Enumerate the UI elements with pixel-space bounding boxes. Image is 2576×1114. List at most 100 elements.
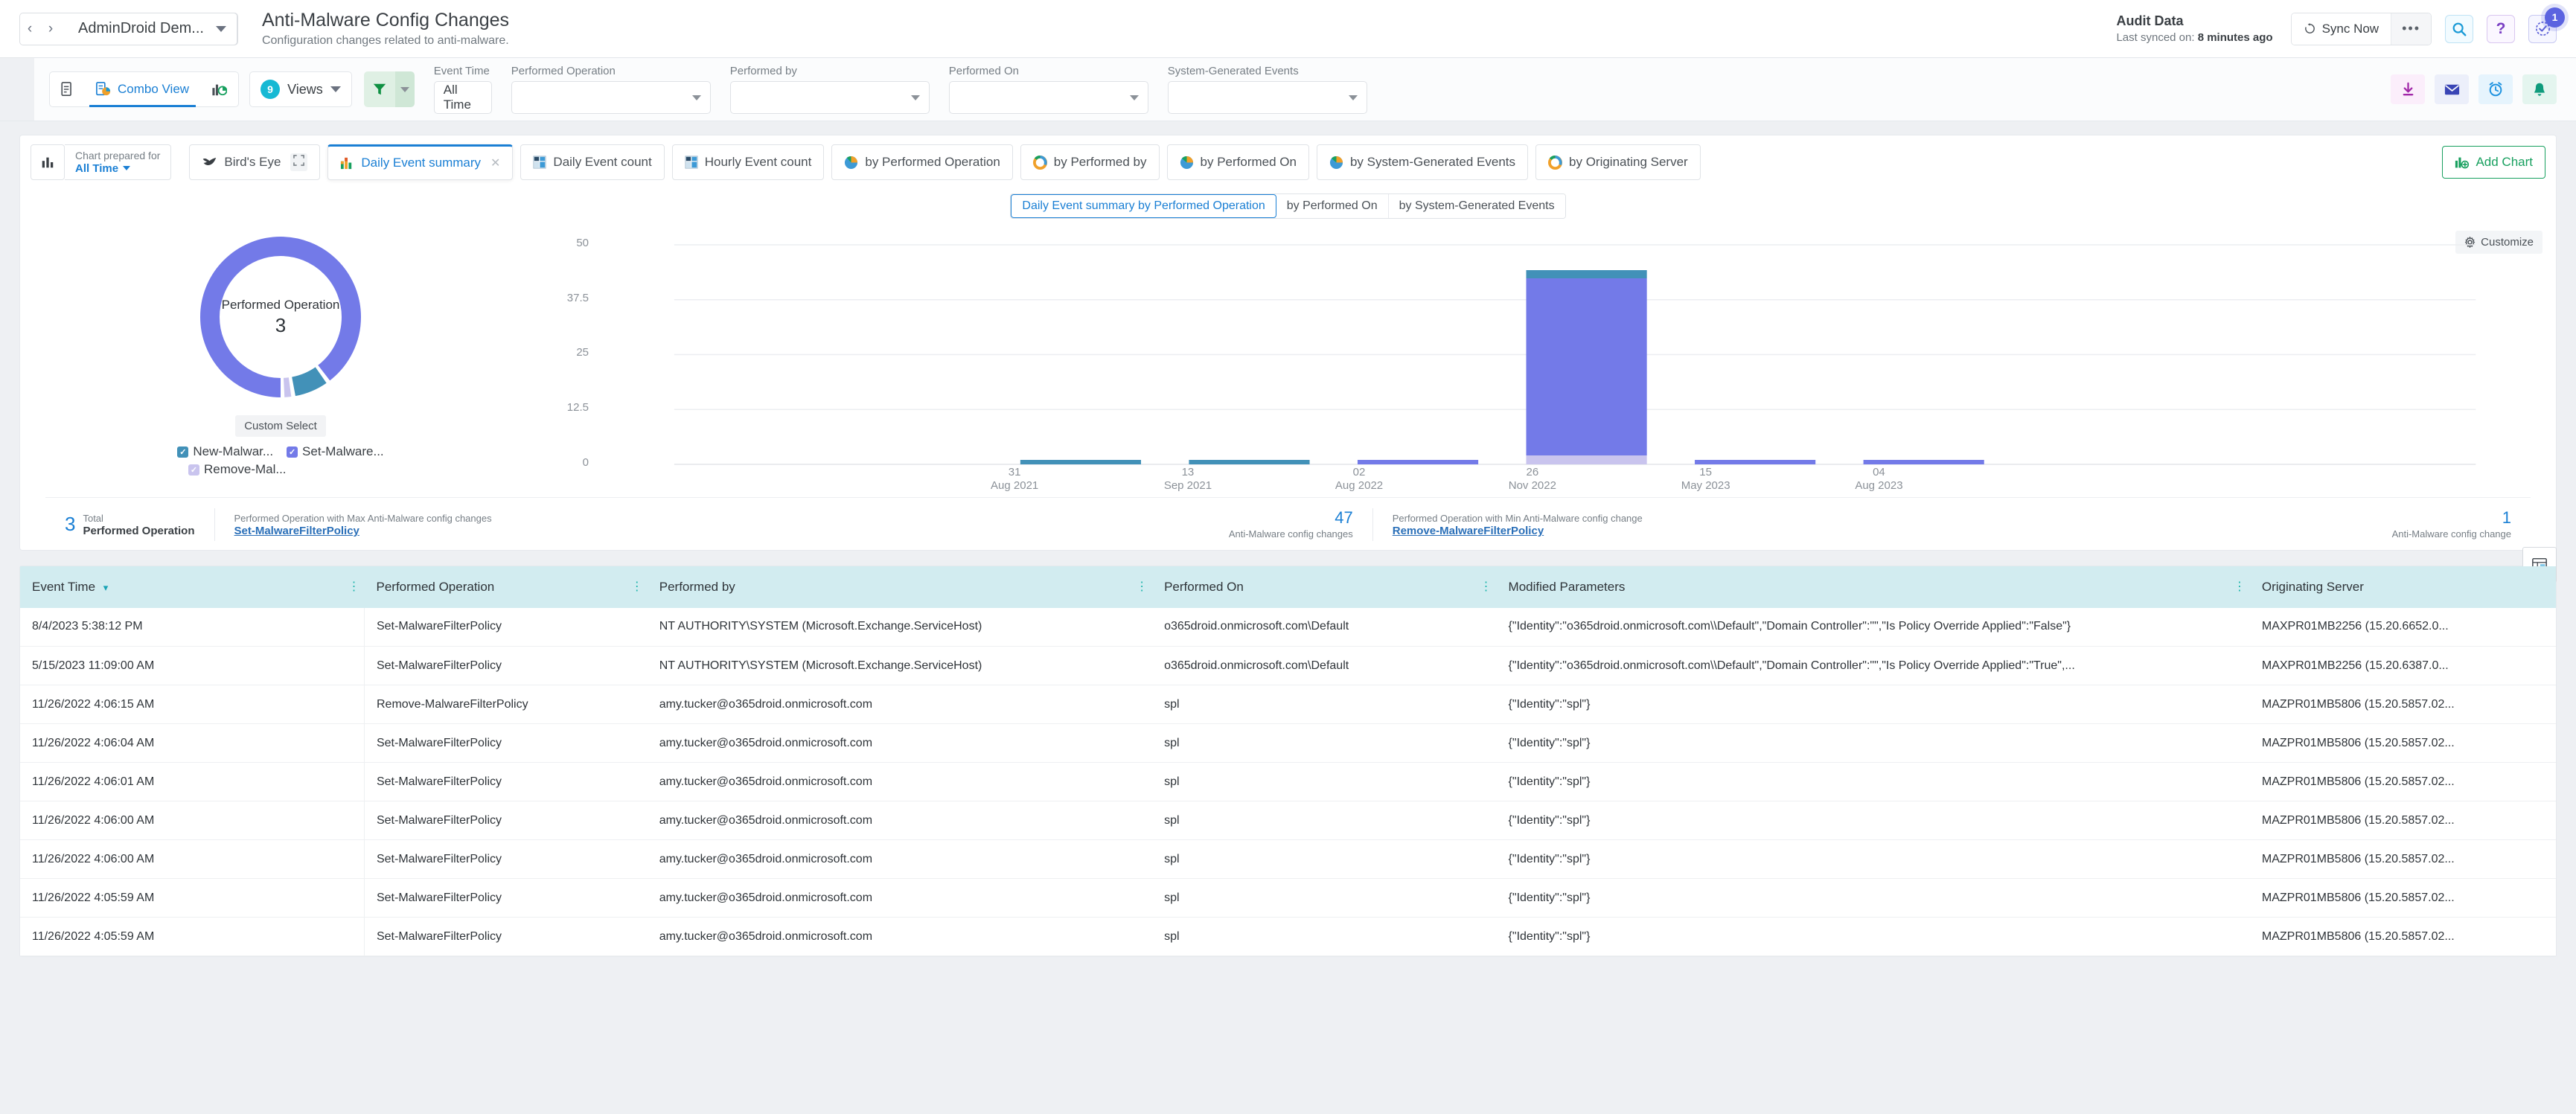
chart-tab-hourly-event-count[interactable]: Hourly Event count [672,144,825,180]
chart-tab-by-system-generated-events[interactable]: by System-Generated Events [1317,144,1528,180]
bar-segment [1020,460,1141,464]
column-header-modified-parameters[interactable]: Modified Parameters ⋮ [1497,566,2250,608]
subtab-daily-event-summary-by-performed-operation[interactable]: Daily Event summary by Performed Operati… [1011,194,1276,218]
alarm-icon[interactable] [2478,74,2513,104]
pie-chart-icon [1329,156,1343,170]
chart-tab-by-originating-server[interactable]: by Originating Server [1535,144,1701,180]
legend-item-set-malware[interactable]: ✓ Set-Malware... [287,444,384,459]
bar-chart-graphic[interactable] [541,226,2511,472]
column-grip-icon[interactable]: ⋮ [2234,583,2246,591]
bar-segment [1527,270,1647,278]
view-type-chart[interactable] [200,72,238,106]
sort-desc-icon[interactable]: ▾ [103,582,109,593]
table-row[interactable]: 11/26/2022 4:05:59 AM Set-MalwareFilterP… [20,879,2556,918]
column-header-performed-on[interactable]: Performed On ⋮ [1152,566,1496,608]
summary-total: 3 Total Performed Operation [45,508,215,541]
table-header-row: Event Time ▾ ⋮ Performed Operation ⋮ Per… [20,566,2556,608]
cell-event-time: 11/26/2022 4:06:01 AM [20,763,364,801]
filter-icon[interactable] [364,71,395,107]
column-grip-icon[interactable]: ⋮ [348,583,359,591]
bell-icon[interactable] [2522,74,2557,104]
filter-performed-by-select[interactable] [730,81,930,114]
column-header-performed-operation[interactable]: Performed Operation ⋮ [364,566,647,608]
summary-min: Performed Operation with Min Anti-Malwar… [1373,508,2531,541]
chart-tab-birds-eye-label: Bird's Eye [224,155,281,170]
views-button[interactable]: 9 Views [249,71,352,107]
cell-event-time: 11/26/2022 4:05:59 AM [20,918,364,956]
cell-originating-server: MAZPR01MB5806 (15.20.5857.02... [2250,918,2556,956]
donut-chart: Performed Operation 3 Custom Select ✓ Ne… [20,226,541,464]
view-type-combo[interactable]: Combo View [85,72,200,106]
subtab-by-performed-on[interactable]: by Performed On [1276,194,1389,218]
summary-max-link[interactable]: Set-MalwareFilterPolicy [234,525,492,537]
org-select[interactable]: AdminDroid Dem... [65,13,237,45]
column-header-originating-server[interactable]: Originating Server [2250,566,2556,608]
toolbar-actions [2391,74,2557,104]
add-chart-button[interactable]: Add Chart [2442,146,2545,179]
sync-now-button[interactable]: Sync Now [2292,13,2391,45]
column-header-performed-by[interactable]: Performed by ⋮ [648,566,1152,608]
x-tick-day: 15 [1681,466,1730,478]
sync-now-label: Sync Now [2322,22,2380,36]
x-tick-day: 13 [1164,466,1212,478]
chart-tab-by-performed-on[interactable]: by Performed On [1167,144,1309,180]
cell-performed-by: amy.tucker@o365droid.onmicrosoft.com [648,879,1152,918]
table-row[interactable]: 11/26/2022 4:05:59 AM Set-MalwareFilterP… [20,918,2556,956]
view-type-document[interactable] [50,72,85,106]
summary-min-link[interactable]: Remove-MalwareFilterPolicy [1393,525,1643,537]
table-row[interactable]: 11/26/2022 4:06:04 AM Set-MalwareFilterP… [20,724,2556,763]
mail-icon[interactable] [2435,74,2469,104]
filter-system-generated-events-select[interactable] [1168,81,1367,114]
column-header-event-time[interactable]: Event Time ▾ ⋮ [20,566,364,608]
chart-tab-daily-event-count[interactable]: Daily Event count [520,144,664,180]
bar-chart-icon[interactable] [31,144,65,180]
expand-icon[interactable] [290,153,307,171]
table-row[interactable]: 11/26/2022 4:06:01 AM Set-MalwareFilterP… [20,763,2556,801]
sync-more-button[interactable]: ••• [2391,13,2431,45]
column-grip-icon[interactable]: ⋮ [631,583,643,591]
close-icon[interactable]: ✕ [490,156,500,170]
search-icon[interactable] [2445,15,2473,43]
legend-item-remove-malware[interactable]: ✓ Remove-Mal... [162,462,400,477]
audit-data-block: Audit Data Last synced on: 8 minutes ago [2116,13,2272,44]
download-icon[interactable] [2391,74,2425,104]
column-grip-icon[interactable]: ⋮ [1136,583,1148,591]
donut-chart-graphic[interactable]: Performed Operation 3 [194,231,367,403]
pie-chart-icon [844,156,858,170]
chart-tab-birds-eye[interactable]: Bird's Eye [189,144,320,180]
table-row[interactable]: 8/4/2023 5:38:12 PM Set-MalwareFilterPol… [20,608,2556,647]
legend-checkbox[interactable]: ✓ [177,446,188,458]
column-grip-icon[interactable]: ⋮ [1480,583,1492,591]
filter-event-time-value[interactable]: All Time [434,81,492,114]
x-tick-month: May 2023 [1681,479,1730,492]
filter-dropdown-toggle[interactable] [395,71,415,107]
chart-panel: Chart prepared for All Time Bird's Eye D… [19,135,2557,551]
column-header-performed-by-label: Performed by [659,580,735,594]
cell-performed-by: amy.tucker@o365droid.onmicrosoft.com [648,801,1152,840]
chart-tab-daily-event-summary[interactable]: Daily Event summary ✕ [327,144,513,180]
combo-view-icon [96,82,111,97]
custom-select-button[interactable]: Custom Select [235,415,326,437]
nav-back-arrow[interactable]: ‹ [20,14,39,44]
chart-tab-by-performed-by[interactable]: by Performed by [1020,144,1160,180]
chart-tab-by-performed-operation[interactable]: by Performed Operation [831,144,1012,180]
filter-system-generated-events: System-Generated Events [1168,65,1367,114]
help-icon[interactable]: ? [2487,15,2515,43]
cell-performed-by: amy.tucker@o365droid.onmicrosoft.com [648,763,1152,801]
table-row[interactable]: 11/26/2022 4:06:00 AM Set-MalwareFilterP… [20,840,2556,879]
filter-performed-operation-select[interactable] [511,81,711,114]
table-row[interactable]: 5/15/2023 11:09:00 AM Set-MalwareFilterP… [20,647,2556,685]
org-switcher[interactable]: ‹ › AdminDroid Dem... [19,13,238,45]
nav-forward-arrow[interactable]: › [41,14,60,44]
table-row[interactable]: 11/26/2022 4:06:00 AM Set-MalwareFilterP… [20,801,2556,840]
subtab-by-system-generated-events[interactable]: by System-Generated Events [1389,194,1565,218]
table-row[interactable]: 11/26/2022 4:06:15 AM Remove-MalwareFilt… [20,685,2556,724]
legend-checkbox[interactable]: ✓ [287,446,298,458]
legend-checkbox[interactable]: ✓ [188,464,199,476]
task-check-icon[interactable]: 1 [2528,15,2557,43]
cell-originating-server: MAZPR01MB5806 (15.20.5857.02... [2250,763,2556,801]
x-tick-day: 31 [991,466,1038,478]
filter-performed-on-select[interactable] [949,81,1148,114]
legend-item-new-malware[interactable]: ✓ New-Malwar... [177,444,273,459]
chart-prepared-for-select[interactable]: Chart prepared for All Time [65,144,171,180]
